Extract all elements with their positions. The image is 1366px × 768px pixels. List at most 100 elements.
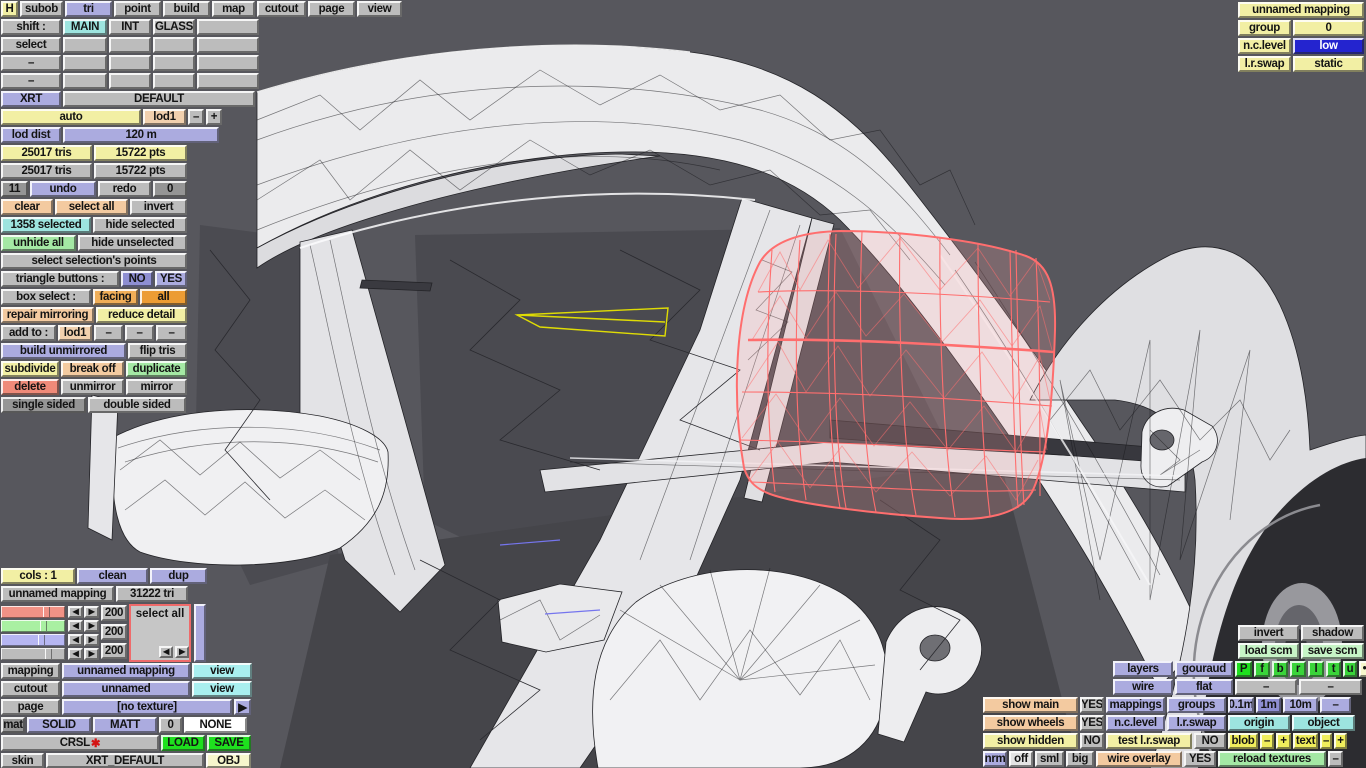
blank-button[interactable]: – bbox=[1235, 679, 1297, 695]
solid-button[interactable]: SOLID bbox=[27, 717, 91, 733]
blue-channel-slider-decrement-button[interactable]: ◀ bbox=[68, 634, 83, 646]
blank-button[interactable]: – bbox=[94, 325, 123, 341]
blank-button[interactable]: – bbox=[156, 325, 187, 341]
unmirror-button[interactable]: unmirror bbox=[61, 379, 124, 395]
undo-button[interactable]: undo bbox=[30, 181, 96, 197]
25017-tris-button[interactable]: 25017 tris bbox=[1, 163, 92, 179]
none-button[interactable]: NONE bbox=[184, 717, 247, 733]
blue-channel-slider-increment-button[interactable]: ▶ bbox=[84, 634, 99, 646]
layers-button[interactable]: layers bbox=[1113, 661, 1173, 677]
redo-button[interactable]: redo bbox=[98, 181, 151, 197]
color-prev-button[interactable]: ◀ bbox=[159, 646, 173, 658]
select-selection-s-points-button[interactable]: select selection's points bbox=[1, 253, 187, 269]
gray-channel-slider-decrement-button[interactable]: ◀ bbox=[68, 648, 83, 660]
blue-channel-slider-thumb[interactable] bbox=[38, 635, 45, 645]
xrt-default-button[interactable]: XRT_DEFAULT bbox=[46, 753, 204, 768]
reduce-detail-button[interactable]: reduce detail bbox=[96, 307, 187, 323]
b-button[interactable]: b bbox=[1272, 661, 1288, 677]
0-button[interactable]: 0 bbox=[159, 717, 182, 733]
unhide-all-button[interactable]: unhide all bbox=[1, 235, 76, 251]
low-button[interactable]: low bbox=[1293, 38, 1364, 54]
skin-button[interactable]: skin bbox=[1, 753, 44, 768]
blank-button[interactable]: – bbox=[1328, 751, 1343, 767]
off-button[interactable]: off bbox=[1009, 751, 1033, 767]
double-sided-button[interactable]: double sided bbox=[88, 397, 186, 413]
15722-pts-button[interactable]: 15722 pts bbox=[94, 163, 187, 179]
l-button[interactable]: l bbox=[1308, 661, 1324, 677]
blank-button[interactable]: + bbox=[206, 109, 222, 125]
int-button[interactable]: INT bbox=[109, 19, 151, 35]
blank-button[interactable]: – bbox=[1260, 733, 1274, 749]
nrm-button[interactable]: nrm bbox=[983, 751, 1007, 767]
show-hidden-button[interactable]: show hidden bbox=[983, 733, 1078, 749]
flat-button[interactable]: flat bbox=[1175, 679, 1233, 695]
break-off-button[interactable]: break off bbox=[61, 361, 124, 377]
lod-dist-button[interactable]: lod dist bbox=[1, 127, 61, 143]
1m-button[interactable]: 1m bbox=[1256, 697, 1281, 713]
all-button[interactable]: all bbox=[140, 289, 187, 305]
group-button[interactable]: group bbox=[1238, 20, 1291, 36]
color-next-button[interactable]: ▶ bbox=[175, 646, 189, 658]
blank-button[interactable]: + bbox=[1276, 733, 1291, 749]
box-select-button[interactable]: box select : bbox=[1, 289, 91, 305]
mappings-button[interactable]: mappings bbox=[1106, 697, 1165, 713]
tri-button[interactable]: tri bbox=[65, 1, 112, 17]
cutout-button[interactable]: cutout bbox=[257, 1, 306, 17]
triangle-buttons-button[interactable]: triangle buttons : bbox=[1, 271, 119, 287]
big-button[interactable]: big bbox=[1066, 751, 1094, 767]
subdivide-button[interactable]: subdivide bbox=[1, 361, 59, 377]
channel-value-2[interactable]: 200 bbox=[101, 643, 127, 659]
shadow-button[interactable]: shadow bbox=[1301, 625, 1364, 641]
0-button[interactable]: 0 bbox=[1293, 20, 1364, 36]
save-scm-button[interactable]: save scm bbox=[1301, 643, 1364, 659]
f-button[interactable]: f bbox=[1254, 661, 1270, 677]
matt-button[interactable]: MATT bbox=[93, 717, 157, 733]
blank-button[interactable]: – bbox=[125, 325, 154, 341]
build-button[interactable]: build bbox=[163, 1, 210, 17]
lod1-button[interactable]: lod1 bbox=[143, 109, 186, 125]
hide-unselected-button[interactable]: hide unselected bbox=[78, 235, 187, 251]
mapping-button[interactable]: mapping bbox=[1, 663, 60, 679]
r-button[interactable]: r bbox=[1290, 661, 1306, 677]
blank-button[interactable]: – bbox=[1320, 697, 1351, 713]
yes-button[interactable]: YES bbox=[1080, 697, 1104, 713]
single-sided-button[interactable]: single sided bbox=[1, 397, 86, 413]
channel-value-1[interactable]: 200 bbox=[101, 624, 127, 640]
glass-button[interactable]: GLASS bbox=[153, 19, 195, 35]
l-r-swap-button[interactable]: l.r.swap bbox=[1167, 715, 1226, 731]
blank-button[interactable]: • bbox=[1359, 661, 1366, 677]
reload-textures-button[interactable]: reload textures bbox=[1218, 751, 1326, 767]
yes-button[interactable]: YES bbox=[155, 271, 187, 287]
lod1-button[interactable]: lod1 bbox=[58, 325, 92, 341]
hide-selected-button[interactable]: hide selected bbox=[93, 217, 187, 233]
color-scroll-strip[interactable] bbox=[194, 604, 206, 662]
flip-tris-button[interactable]: flip tris bbox=[128, 343, 187, 359]
n-c-level-button[interactable]: n.c.level bbox=[1106, 715, 1165, 731]
red-channel-slider[interactable] bbox=[1, 606, 65, 618]
red-channel-slider-thumb[interactable] bbox=[43, 607, 50, 617]
auto-button[interactable]: auto bbox=[1, 109, 141, 125]
gray-channel-slider-thumb[interactable] bbox=[45, 649, 52, 659]
no-button[interactable]: NO bbox=[1080, 733, 1104, 749]
unnamed-mapping-button[interactable]: unnamed mapping bbox=[1238, 2, 1364, 18]
cols-1-button[interactable]: cols : 1 bbox=[1, 568, 75, 584]
view-button[interactable]: view bbox=[192, 681, 252, 697]
show-wheels-button[interactable]: show wheels bbox=[983, 715, 1078, 731]
unnamed-mapping-button[interactable]: unnamed mapping bbox=[1, 586, 114, 602]
view-button[interactable]: view bbox=[357, 1, 402, 17]
subob-button[interactable]: subob bbox=[20, 1, 63, 17]
gray-channel-slider-increment-button[interactable]: ▶ bbox=[84, 648, 99, 660]
repair-mirroring-button[interactable]: repair mirroring bbox=[1, 307, 94, 323]
green-channel-slider[interactable] bbox=[1, 620, 65, 632]
page-button[interactable]: page bbox=[308, 1, 355, 17]
duplicate-button[interactable]: duplicate bbox=[126, 361, 187, 377]
120-m-button[interactable]: 120 m bbox=[63, 127, 219, 143]
10m-button[interactable]: 10m bbox=[1283, 697, 1318, 713]
no-texture-button[interactable]: [no texture] bbox=[62, 699, 232, 715]
build-unmirrored-button[interactable]: build unmirrored bbox=[1, 343, 126, 359]
u-button[interactable]: u bbox=[1343, 661, 1357, 677]
select-all-button[interactable]: select all bbox=[55, 199, 128, 215]
31222-tri-button[interactable]: 31222 tri bbox=[116, 586, 188, 602]
blank-button[interactable]: – bbox=[1, 73, 61, 89]
red-channel-slider-decrement-button[interactable]: ◀ bbox=[68, 606, 83, 618]
